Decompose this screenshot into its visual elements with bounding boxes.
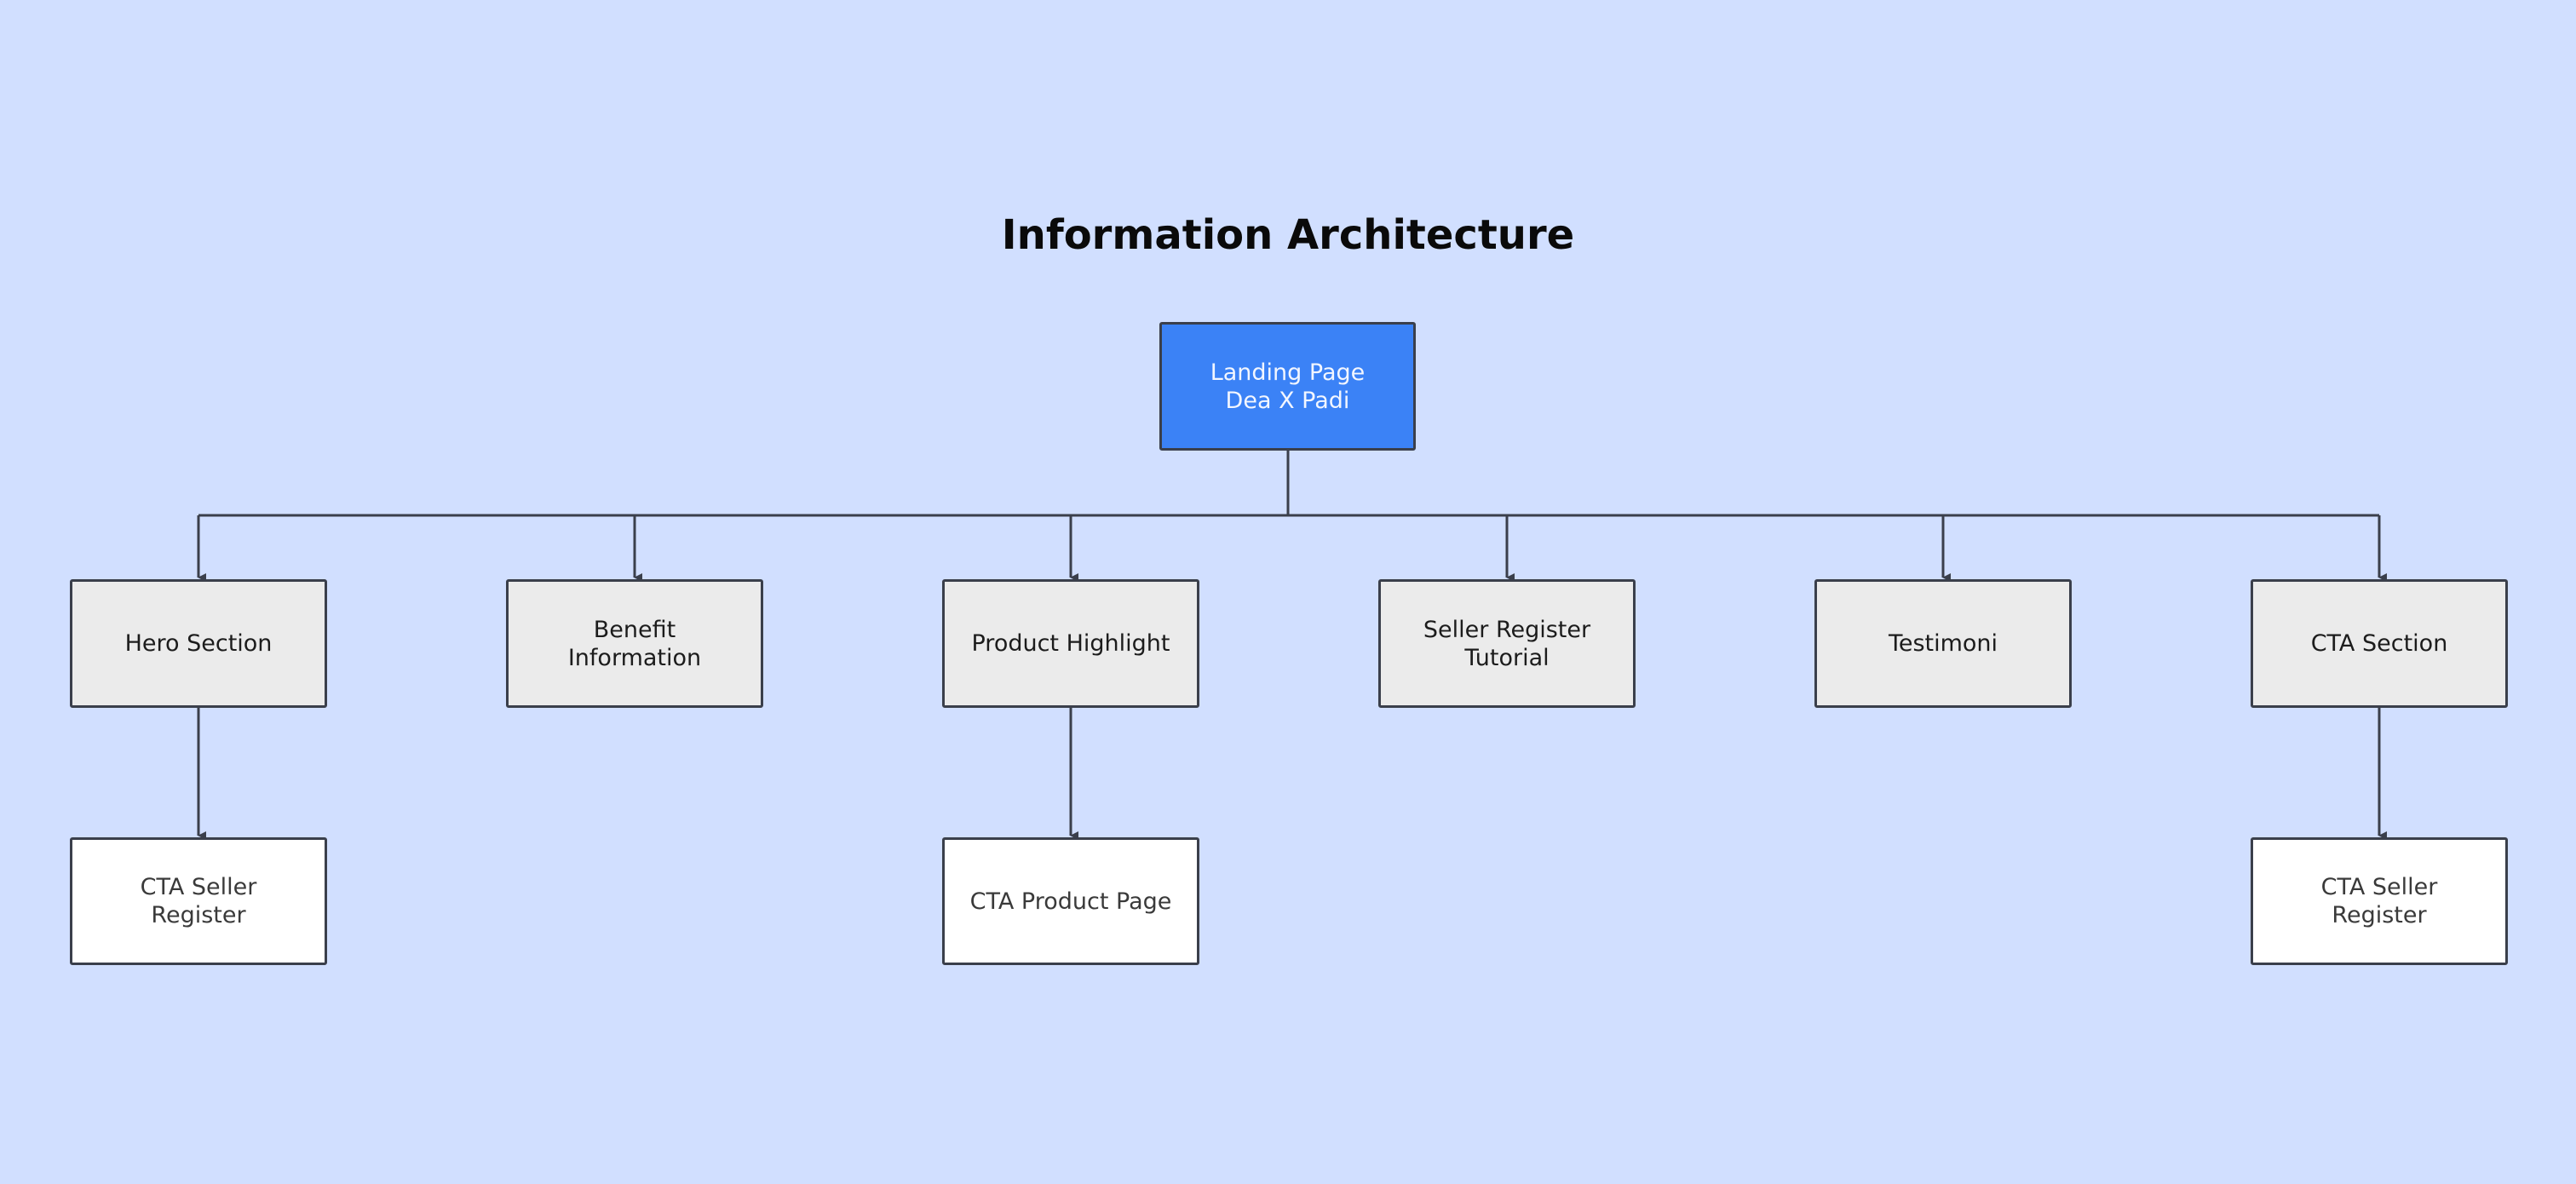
section-node-testimoni[interactable]: Testimoni	[1814, 579, 2072, 708]
section-node-benefit-information[interactable]: Benefit Information	[506, 579, 763, 708]
root-node-landing-page[interactable]: Landing Page Dea X Padi	[1159, 322, 1416, 451]
section-node-product-highlight[interactable]: Product Highlight	[942, 579, 1199, 708]
section-node-seller-register-tutorial[interactable]: Seller Register Tutorial	[1378, 579, 1636, 708]
connectors	[197, 451, 2387, 840]
section-node-cta-section[interactable]: CTA Section	[2251, 579, 2508, 708]
child-node-cta-seller-register-cta[interactable]: CTA Seller Register	[2251, 837, 2508, 965]
child-node-cta-seller-register-hero[interactable]: CTA Seller Register	[70, 837, 327, 965]
section-node-hero[interactable]: Hero Section	[70, 579, 327, 708]
child-node-cta-product-page[interactable]: CTA Product Page	[942, 837, 1199, 965]
